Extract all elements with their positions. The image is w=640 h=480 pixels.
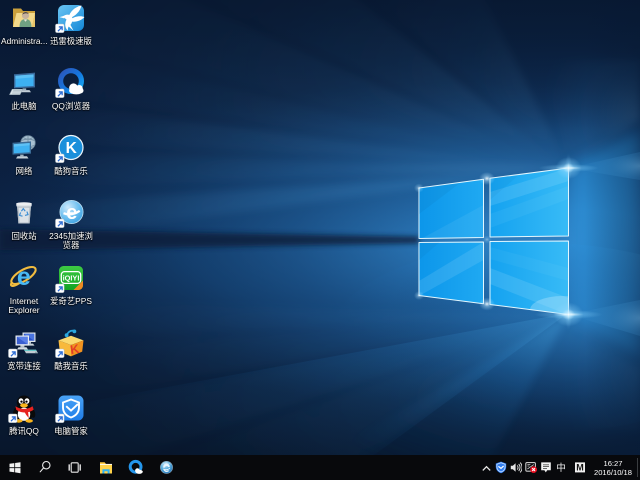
svg-text:iQIYI: iQIYI — [63, 273, 80, 282]
svg-text:中: 中 — [556, 461, 566, 474]
svg-text:e: e — [17, 263, 31, 291]
svg-text:K: K — [66, 140, 78, 157]
svg-text:M: M — [576, 462, 584, 472]
